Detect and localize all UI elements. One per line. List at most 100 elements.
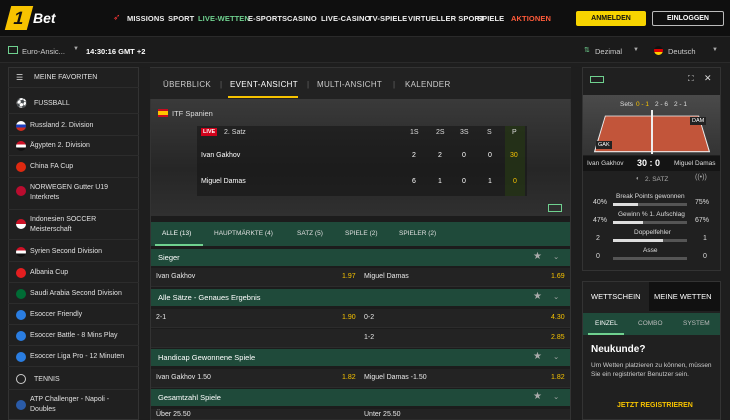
star-icon[interactable]: ★ <box>533 251 542 262</box>
login-button[interactable]: EINLOGGEN <box>652 11 724 26</box>
brand-logo[interactable]: 1 Bet <box>4 6 64 30</box>
sport-header-football[interactable]: ⚽ FUSSBALL <box>8 94 139 114</box>
satz-label: 2. SATZ <box>645 176 669 183</box>
market-tab-set[interactable]: SATZ (5) <box>297 230 323 237</box>
chevron-down-icon: ▼ <box>712 47 718 53</box>
stat1-label: Break Points gewonnen <box>616 193 685 200</box>
stat3-bar-fill <box>613 239 663 242</box>
close-icon[interactable]: ✕ <box>704 73 712 84</box>
sidebar-item[interactable]: Esoccer Liga Pro - 12 Minuten <box>8 347 139 367</box>
nav-live-casino[interactable]: LIVE-CASINO <box>321 14 370 23</box>
active-market-indicator <box>155 244 203 246</box>
odds-format-select[interactable]: Dezimal <box>595 47 622 56</box>
albania-flag-icon <box>16 268 26 278</box>
new-customer-text: Um Wetten platzieren zu können, müssen S… <box>591 362 712 378</box>
stat1-p1: 40% <box>593 199 608 206</box>
odds-view-select[interactable]: Euro-Ansic... <box>22 47 65 56</box>
market-header[interactable]: Alle Sätze - Genaues Ergebnis ★ ⌄ <box>151 289 570 306</box>
sidebar-item[interactable]: Albania Cup <box>8 263 139 283</box>
nav-aktionen[interactable]: AKTIONEN <box>511 14 551 23</box>
nav-virtueller-sport[interactable]: VIRTUELLER SPORT <box>408 14 485 23</box>
register-now-link[interactable]: JETZT REGISTRIEREN <box>617 402 693 409</box>
star-icon[interactable]: ★ <box>533 291 542 302</box>
tracker-score: 30 : 0 <box>637 158 661 168</box>
bet-type-indicator <box>588 333 624 335</box>
sidebar-item[interactable]: Saudi Arabia Second Division <box>8 284 139 304</box>
chevron-down-icon[interactable]: ⌄ <box>553 292 559 301</box>
sidebar-item[interactable]: Russland 2. Division <box>8 116 139 136</box>
nav-casino[interactable]: CASINO <box>287 14 317 23</box>
tracker-label-gak: GAK <box>596 141 612 149</box>
chevron-down-icon[interactable]: ⌄ <box>553 252 559 261</box>
set-score-3: 2 - 1 <box>674 101 688 108</box>
scoreboard-icon[interactable] <box>590 76 604 83</box>
market-header[interactable]: Sieger ★ ⌄ <box>151 249 570 266</box>
stat2-bar-fill <box>613 221 643 224</box>
russia-flag-icon <box>16 121 26 131</box>
favorites-header[interactable]: ☰ MEINE FAVORITEN <box>8 68 139 88</box>
sidebar-item[interactable]: Syrien Second Division <box>8 242 139 262</box>
bet-type-system[interactable]: SYSTEM <box>683 320 710 327</box>
star-icon[interactable]: ★ <box>533 391 542 402</box>
market-tab-games[interactable]: SPIELE (2) <box>345 230 378 237</box>
nav-esports[interactable]: E-SPORTS <box>248 14 287 23</box>
league-name: ITF Spanien <box>172 109 213 118</box>
sidebar-item[interactable]: Indonesien SOCCER Meisterschaft <box>8 210 139 240</box>
set-score-2: 2 - 6 <box>655 101 669 108</box>
indonesia-flag-icon <box>16 219 26 229</box>
star-icon[interactable]: ★ <box>533 351 542 362</box>
stat2-p1: 47% <box>593 217 608 224</box>
player1-set1: 2 <box>412 152 416 159</box>
esoccer-icon <box>16 352 26 362</box>
tab-ueberblick[interactable]: ÜBERBLICK <box>163 80 211 89</box>
active-tab-indicator <box>228 96 298 98</box>
player2-set3: 0 <box>462 178 466 185</box>
market-tab-player[interactable]: SPIELER (2) <box>399 230 436 237</box>
live-badge: LIVE <box>201 128 218 136</box>
nav-sport[interactable]: SPORT <box>168 14 194 23</box>
odds-row: 2-1 1.90 0-2 4.30 <box>151 309 570 328</box>
sidebar-item[interactable]: Esoccer Friendly <box>8 305 139 325</box>
player1-set2: 2 <box>438 152 442 159</box>
saudi-flag-icon <box>16 289 26 299</box>
market-tab-main[interactable]: HAUPTMÄRKTE (4) <box>214 230 273 237</box>
language-select[interactable]: Deutsch <box>668 47 696 56</box>
chevron-down-icon[interactable]: ⌄ <box>553 392 559 401</box>
sidebar-item[interactable]: NORWEGEN Gutter U19 Interkrets <box>8 178 139 210</box>
chevron-down-icon[interactable]: ⌄ <box>553 352 559 361</box>
player1-sets: 0 <box>488 152 492 159</box>
sidebar-item[interactable]: Esoccer Battle - 8 Mins Play <box>8 326 139 346</box>
player2-sets: 1 <box>488 178 492 185</box>
tab-event-ansicht[interactable]: EVENT-ANSICHT <box>230 80 298 89</box>
clock-time: 14:30:16 GMT +2 <box>86 47 146 56</box>
new-customer-title: Neukunde? <box>591 344 646 355</box>
market-header[interactable]: Handicap Gewonnene Spiele ★ ⌄ <box>151 349 570 366</box>
monitor-icon[interactable] <box>8 46 18 54</box>
market-header[interactable]: Gesamtzahl Spiele ★ ⌄ <box>151 389 570 406</box>
bet-type-combo[interactable]: COMBO <box>638 320 663 327</box>
stat2-p2: 67% <box>695 217 710 224</box>
sport-header-tennis[interactable]: TENNIS <box>8 370 139 390</box>
tab-kalender[interactable]: KALENDER <box>405 80 451 89</box>
bet-type-single[interactable]: EINZEL <box>595 320 618 327</box>
esoccer-icon <box>16 331 26 341</box>
odds-row: Ivan Gakhov 1.50 1.82 Miguel Damas -1.50 1… <box>151 369 570 388</box>
logo-one: 1 <box>4 6 34 30</box>
atp-icon <box>16 400 26 410</box>
expand-icon[interactable]: ⛶ <box>688 74 694 84</box>
stats-icon[interactable] <box>548 204 562 212</box>
register-button[interactable]: ANMELDEN <box>576 11 646 26</box>
nav-live-wetten[interactable]: LIVE-WETTEN <box>198 14 250 23</box>
odds-row: Ivan Gakhov 1.97 Miguel Damas 1.69 <box>151 268 570 287</box>
nav-tv-spiele[interactable]: TV-SPIELE <box>368 14 407 23</box>
sidebar-item[interactable]: Ägypten 2. Division <box>8 136 139 156</box>
nav-spiele[interactable]: SPIELE <box>477 14 504 23</box>
stat4-p2: 0 <box>703 253 707 260</box>
tracker-label-dam: DAM <box>690 117 707 125</box>
market-tab-all[interactable]: ALLE (13) <box>162 230 191 237</box>
sidebar-item[interactable]: China FA Cup <box>8 156 139 178</box>
nav-missions[interactable]: MISSIONS <box>127 14 164 23</box>
sidebar-item[interactable]: ATP Challenger - Napoli - Doubles <box>8 392 139 420</box>
tab-multi-ansicht[interactable]: MULTI-ANSICHT <box>317 80 382 89</box>
col-s: S <box>487 129 492 136</box>
